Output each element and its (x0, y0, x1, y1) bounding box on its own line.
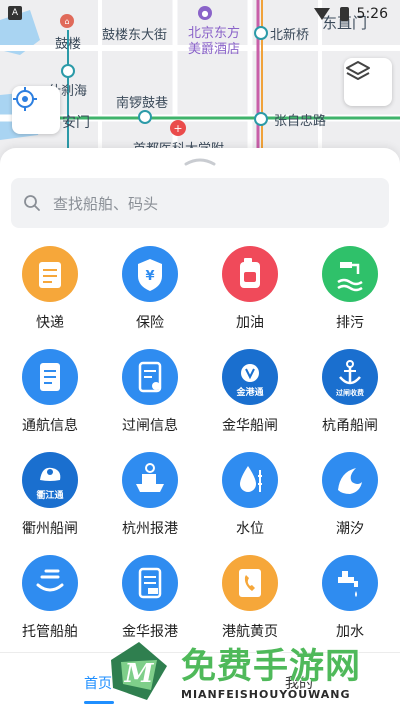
service-label: 加油 (236, 315, 264, 331)
sheet-drag-handle-icon[interactable] (184, 156, 216, 166)
metro-station-icon (61, 64, 75, 78)
service-tile-jinhua-lock[interactable]: 金港通 金华船闸 (200, 349, 300, 452)
map-label-gulou: 鼓楼 (55, 37, 82, 52)
svg-text:¥: ¥ (145, 269, 154, 284)
watermark-title: 免费手游网 (181, 647, 362, 687)
watermark-subtitle: MIANFEISHOUYOUWANG (181, 688, 351, 701)
service-label: 潮汐 (336, 521, 364, 537)
svg-text:衢江通: 衢江通 (36, 489, 63, 501)
navigation-info-icon (22, 349, 78, 405)
water-level-icon (222, 452, 278, 508)
bottom-sheet: 查找船舶、码头 快递 ¥ 保险 加油 排污 通航信息 过闸信息 金港通 金华船闸 过闸收费 杭甬船闸… (0, 148, 400, 710)
service-label: 衢州船闸 (22, 521, 78, 537)
search-placeholder: 查找船舶、码头 (53, 194, 159, 213)
service-tile-insurance[interactable]: ¥ 保险 (100, 246, 200, 349)
service-label: 托管船舶 (22, 624, 78, 640)
service-tile-hangzhou-port[interactable]: 杭州报港 (100, 452, 200, 555)
metro-station-icon (138, 110, 152, 124)
service-tile-tide[interactable]: 潮汐 (300, 452, 400, 555)
search-box[interactable]: 查找船舶、码头 (11, 178, 389, 228)
service-label: 过闸信息 (122, 418, 178, 434)
wifi-icon (313, 8, 330, 20)
map-label-andingmen: 安门 (62, 115, 90, 131)
locate-button[interactable] (12, 86, 60, 134)
service-tile-navigation-info[interactable]: 通航信息 (0, 349, 100, 452)
search-icon (24, 195, 40, 211)
map-label-nanluoguxiang: 南锣鼓巷 (116, 96, 169, 111)
service-label: 排污 (336, 315, 364, 331)
service-label: 杭甬船闸 (322, 418, 378, 434)
jinhua-port-icon (122, 555, 178, 611)
status-time: 5:26 (356, 6, 388, 22)
map-layers-button[interactable] (344, 58, 392, 106)
sewage-icon (322, 246, 378, 302)
express-icon (22, 246, 78, 302)
map-label-meijue: 美爵酒店 (188, 42, 241, 57)
service-tile-quzhou-lock[interactable]: 衢江通 衢州船闸 (0, 452, 100, 555)
service-label: 金华船闸 (222, 418, 278, 434)
service-label: 通航信息 (22, 418, 78, 434)
service-label: 快递 (36, 315, 64, 331)
service-tile-lock-info[interactable]: 过闸信息 (100, 349, 200, 452)
yellow-pages-icon (222, 555, 278, 611)
hangzhou-port-icon (122, 452, 178, 508)
svg-text:金港通: 金港通 (235, 386, 263, 398)
status-bar: A 5:26 (0, 0, 400, 28)
metro-station-icon (254, 112, 268, 126)
water-supply-icon (322, 555, 378, 611)
jinhua-lock-icon: 金港通 (222, 349, 278, 405)
metro-station-icon (254, 26, 268, 40)
tide-icon (322, 452, 378, 508)
service-tile-hangyong-lock[interactable]: 过闸收费 杭甬船闸 (300, 349, 400, 452)
service-label: 保险 (136, 315, 164, 331)
svg-text:过闸收费: 过闸收费 (336, 388, 364, 397)
fuel-icon (222, 246, 278, 302)
service-tile-express[interactable]: 快递 (0, 246, 100, 349)
quzhou-lock-icon: 衢江通 (22, 452, 78, 508)
service-tile-sewage[interactable]: 排污 (300, 246, 400, 349)
svg-text:M: M (124, 659, 155, 689)
service-tile-custody-ship[interactable]: 托管船舶 (0, 555, 100, 658)
service-grid: 快递 ¥ 保险 加油 排污 通航信息 过闸信息 金港通 金华船闸 过闸收费 杭甬船闸 衢江通 衢州船闸杭… (0, 246, 400, 658)
service-label: 杭州报港 (122, 521, 178, 537)
notification-badge-icon: A (8, 6, 22, 20)
map-label-zhangzizhong-road: 张自忠路 (274, 114, 327, 129)
service-tile-water-level[interactable]: 水位 (200, 452, 300, 555)
service-label: 水位 (236, 521, 264, 537)
watermark-logo-icon: M (111, 642, 167, 700)
watermark: M 免费手游网 MIANFEISHOUYOUWANG (103, 638, 393, 710)
crosshair-icon (13, 87, 37, 111)
layers-icon (346, 61, 370, 80)
hangyong-lock-icon: 过闸收费 (322, 349, 378, 405)
battery-icon (339, 7, 349, 21)
hospital-pin-icon: + (170, 120, 186, 136)
custody-ship-icon (22, 555, 78, 611)
lock-info-icon (122, 349, 178, 405)
service-tile-fuel[interactable]: 加油 (200, 246, 300, 349)
insurance-icon: ¥ (122, 246, 178, 302)
